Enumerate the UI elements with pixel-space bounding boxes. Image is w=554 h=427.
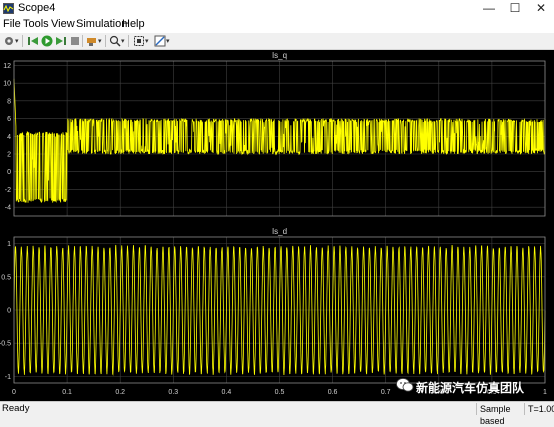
menu-bar: File Tools View Simulation Help — [0, 17, 554, 33]
y-tick-label: 10 — [3, 81, 11, 88]
plot-is-q[interactable]: Is_q 12 10 8 6 4 2 0 -2 -4 — [3, 51, 546, 217]
toolbar: ▾ ▾ ▾ ▾ ▾ — [0, 33, 554, 50]
y-tick-label: -4 — [5, 205, 11, 212]
y-tick-label: 8 — [7, 98, 11, 105]
y-tick-label: -2 — [5, 187, 11, 194]
x-tick-label: 0.4 — [222, 389, 232, 396]
sampling-mode: Sample based — [476, 403, 524, 426]
menu-simulation[interactable]: Simulation — [76, 18, 127, 30]
x-tick-label: 0.5 — [275, 389, 285, 396]
settings-dropdown-icon[interactable]: ▾ — [15, 37, 19, 45]
settings-icon[interactable] — [2, 34, 15, 47]
stop-icon[interactable] — [68, 34, 81, 47]
menu-help[interactable]: Help — [122, 18, 145, 30]
status-text: Ready — [2, 403, 30, 414]
menu-tools[interactable]: Tools — [23, 18, 49, 30]
highlight-icon[interactable] — [85, 34, 98, 47]
close-button[interactable]: ✕ — [528, 0, 554, 17]
toolbar-separator — [105, 35, 106, 47]
x-tick-label: 0.7 — [381, 389, 391, 396]
x-tick-label: 0.3 — [168, 389, 178, 396]
scope-display: Is_q 12 10 8 6 4 2 0 -2 -4 Is_d 1 0.5 0 -0.5 -1 0 0.1 0.2… — [0, 50, 554, 401]
y-tick-label: 4 — [7, 134, 11, 141]
y-tick-label: -0.5 — [0, 341, 11, 348]
run-icon[interactable] — [40, 34, 53, 47]
step-forward-icon[interactable] — [54, 34, 67, 47]
maximize-button[interactable]: ☐ — [502, 0, 528, 17]
watermark: 新能源汽车仿真团队 — [396, 375, 546, 397]
highlight-dropdown-icon[interactable]: ▾ — [98, 37, 102, 45]
y-tick-label: -1 — [5, 374, 11, 381]
window-title: Scope4 — [18, 2, 56, 14]
x-tick-label: 0 — [12, 389, 16, 396]
plot-title: Is_d — [272, 227, 287, 236]
plot-title: Is_q — [272, 51, 287, 60]
x-tick-label: 0.6 — [328, 389, 338, 396]
toolbar-separator — [22, 35, 23, 47]
y-tick-label: 6 — [7, 116, 11, 123]
scope-plots: Is_q 12 10 8 6 4 2 0 -2 -4 Is_d 1 0.5 0 -0.5 -1 0 0.1 0.2… — [0, 51, 547, 396]
scope-app-icon — [3, 3, 14, 14]
y-tick-label: 0.5 — [1, 274, 11, 281]
y-tick-label: 2 — [7, 152, 11, 159]
y-tick-label: 0 — [7, 169, 11, 176]
zoom-icon[interactable] — [108, 34, 121, 47]
zoom-dropdown-icon[interactable]: ▾ — [121, 37, 125, 45]
plot-is-d[interactable]: Is_d10.50-0.5-10 0.1 0.2 0.3 0.4 0.5 0.6 0.7 0.8… — [0, 227, 547, 396]
status-bar: Ready Sample based T=1.000 — [0, 401, 554, 426]
y-tick-label: 0 — [7, 308, 11, 315]
title-bar: Scope4 — ☐ ✕ — [0, 0, 554, 17]
y-tick-label: 1 — [7, 241, 11, 248]
watermark-text: 新能源汽车仿真团队 — [416, 381, 525, 395]
autoscale-dropdown-icon[interactable]: ▾ — [145, 37, 149, 45]
x-tick-label: 0.2 — [115, 389, 125, 396]
measure-dropdown-icon[interactable]: ▾ — [166, 37, 170, 45]
minimize-button[interactable]: — — [476, 0, 502, 17]
menu-view[interactable]: View — [51, 18, 75, 30]
x-tick-label: 0.1 — [62, 389, 72, 396]
wechat-icon — [396, 378, 414, 392]
autoscale-icon[interactable] — [132, 34, 145, 47]
menu-file[interactable]: File — [3, 18, 21, 30]
toolbar-separator — [82, 35, 83, 47]
toolbar-separator — [128, 35, 129, 47]
step-back-icon[interactable] — [26, 34, 39, 47]
y-tick-label: 12 — [3, 63, 11, 70]
sim-time: T=1.000 — [524, 403, 554, 415]
measure-icon[interactable] — [153, 34, 166, 47]
